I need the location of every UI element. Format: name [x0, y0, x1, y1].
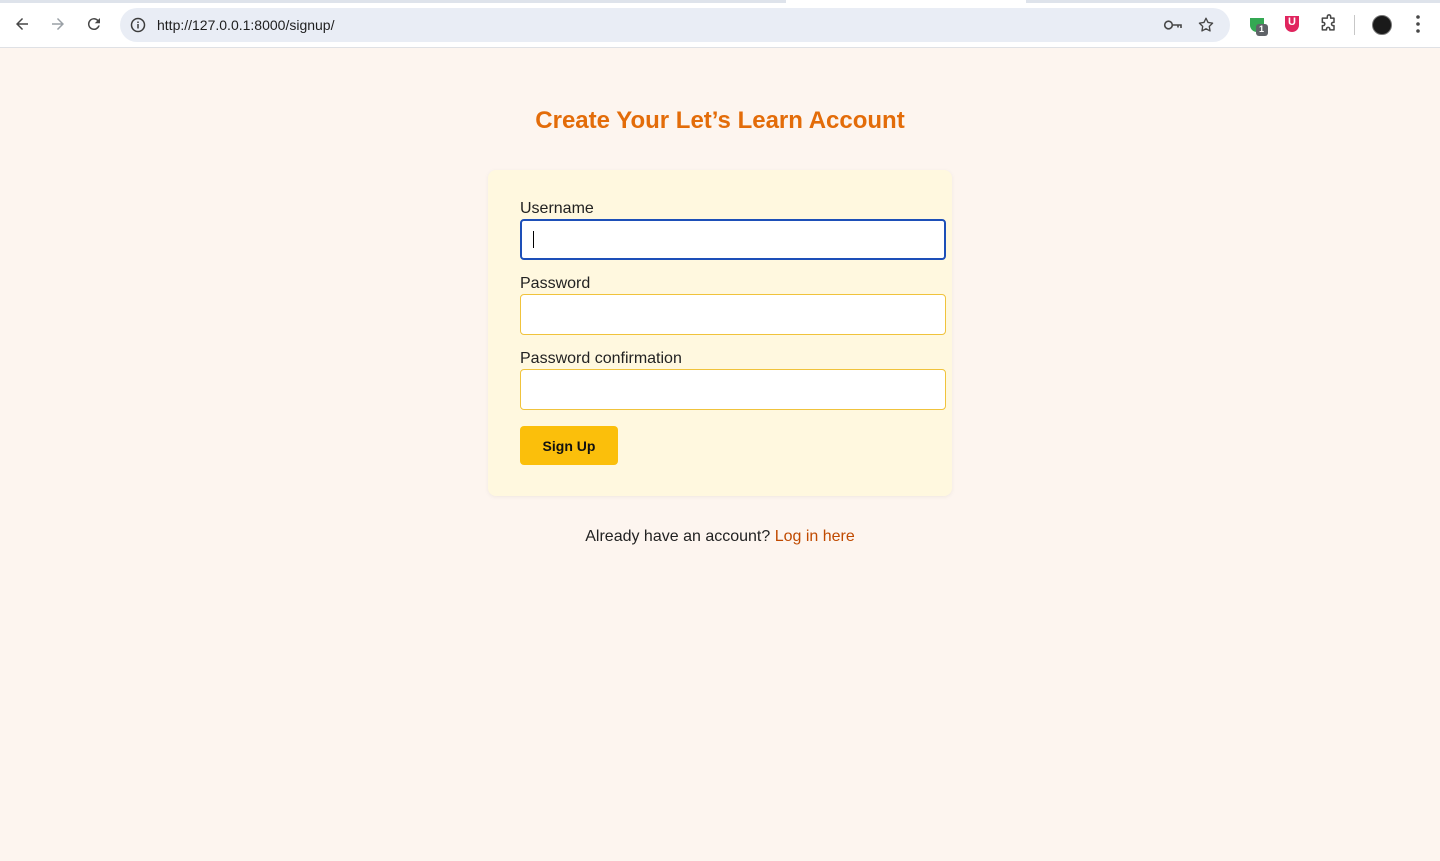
password-key-icon[interactable]	[1163, 16, 1183, 39]
username-input[interactable]	[520, 219, 946, 260]
password-label: Password	[520, 275, 591, 292]
address-bar[interactable]: http://127.0.0.1:8000/signup/	[120, 8, 1230, 42]
extensions-puzzle-icon[interactable]	[1319, 14, 1339, 34]
address-url[interactable]: http://127.0.0.1:8000/signup/	[157, 17, 334, 33]
login-prompt-text: Already have an account?	[585, 528, 771, 545]
site-info-icon[interactable]	[128, 15, 148, 35]
page-title: Create Your Let’s Learn Account	[535, 107, 905, 134]
login-link[interactable]: Log in here	[775, 528, 855, 545]
extension-u-letter: U	[1288, 16, 1296, 28]
bookmark-star-icon[interactable]	[1197, 16, 1215, 39]
text-cursor	[533, 231, 534, 248]
extension-shield-icon[interactable]: 1	[1247, 14, 1268, 36]
extension-u-icon[interactable]: U	[1283, 14, 1303, 34]
tab-strip-edge	[0, 0, 1440, 3]
profile-avatar[interactable]	[1372, 15, 1392, 35]
toolbar-divider	[1354, 15, 1355, 35]
back-arrow-icon[interactable]	[10, 12, 34, 36]
login-prompt: Already have an account? Log in here	[0, 528, 1440, 546]
browser-toolbar: http://127.0.0.1:8000/signup/ 1 U	[0, 0, 1440, 48]
username-label: Username	[520, 200, 594, 217]
sign-up-button[interactable]: Sign Up	[520, 426, 618, 465]
signup-form-card: Username Password Password confirmation …	[488, 170, 952, 496]
password-confirmation-input[interactable]	[520, 369, 946, 410]
kebab-menu-icon[interactable]	[1408, 13, 1428, 40]
reload-icon[interactable]	[82, 12, 106, 36]
forward-arrow-icon[interactable]	[46, 12, 70, 36]
password-confirmation-label: Password confirmation	[520, 350, 682, 367]
extension-badge: 1	[1259, 24, 1265, 34]
password-input[interactable]	[520, 294, 946, 335]
